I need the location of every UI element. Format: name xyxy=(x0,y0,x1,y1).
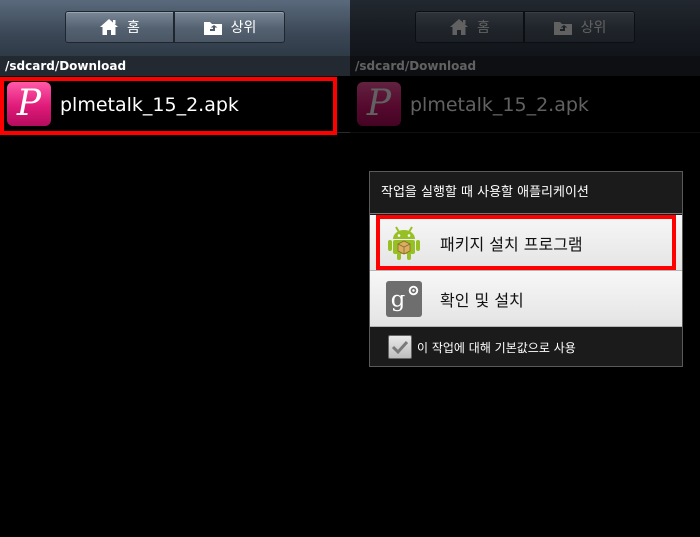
up-folder-button[interactable]: 상위 xyxy=(174,11,285,43)
android-package-installer-icon xyxy=(388,226,420,260)
default-checkbox[interactable] xyxy=(388,335,412,359)
google-plus-icon: g xyxy=(386,281,422,317)
option-package-installer[interactable]: 패키지 설치 프로그램 xyxy=(370,215,682,271)
open-with-screen: 홈 상위 /sdcard/Download P plmetalk_15_2.ap… xyxy=(350,0,700,537)
top-bar: 홈 상위 xyxy=(0,0,350,56)
default-action-row[interactable]: 이 작업에 대해 기본값으로 사용 xyxy=(370,328,682,366)
default-checkbox-label: 이 작업에 대해 기본값으로 사용 xyxy=(417,341,576,355)
option-verify-and-install[interactable]: g 확인 및 설치 xyxy=(370,271,682,327)
app-icon-letter: P xyxy=(16,83,42,124)
file-list-item[interactable]: P plmetalk_15_2.apk xyxy=(0,76,350,133)
folder-up-icon xyxy=(203,21,222,35)
home-button[interactable]: 홈 xyxy=(65,11,174,43)
google-g-glyph: g xyxy=(391,287,406,313)
up-folder-button-label: 상위 xyxy=(230,20,257,36)
dialog-title: 작업을 실행할 때 사용할 애플리케이션 xyxy=(370,172,682,214)
file-name: plmetalk_15_2.apk xyxy=(60,94,239,116)
file-browser-screen: 홈 상위 /sdcard/Download P plmetalk_15_2.ap… xyxy=(0,0,350,537)
option-label: 확인 및 설치 xyxy=(440,291,524,310)
home-icon xyxy=(100,19,119,35)
checkmark-icon xyxy=(391,340,409,355)
home-button-label: 홈 xyxy=(127,20,140,36)
current-path: /sdcard/Download xyxy=(0,56,350,76)
plmetalk-app-icon: P xyxy=(7,82,51,126)
open-with-dialog: 작업을 실행할 때 사용할 애플리케이션 패키지 설치 프로그램 g 확인 및 … xyxy=(369,171,683,367)
option-label: 패키지 설치 프로그램 xyxy=(440,235,583,254)
